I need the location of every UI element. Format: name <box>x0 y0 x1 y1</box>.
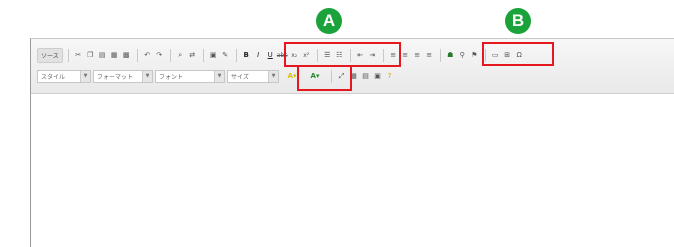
template-icon[interactable]: ▣ <box>372 70 383 83</box>
separator <box>235 48 237 62</box>
align-justify-icon[interactable]: ≡ <box>424 49 435 62</box>
rich-text-editor: ソース ✂ ❐ ▤ ▦ ▩ ↶ ↷ ⌕ ⇄ ▣ ✎ B I U abc x₂ x… <box>30 38 674 247</box>
highlight-box-a-color <box>297 65 352 91</box>
link-icon[interactable]: ☗ <box>445 49 456 62</box>
font-label: フォント <box>159 73 184 81</box>
chevron-down-icon: ▼ <box>142 70 152 82</box>
highlight-box-a-format <box>284 42 401 67</box>
highlight-box-b-align <box>482 42 554 66</box>
about-icon[interactable]: ? <box>384 70 395 83</box>
chevron-down-icon: ▼ <box>268 70 278 82</box>
align-right-icon[interactable]: ≡ <box>412 49 423 62</box>
italic-button[interactable]: I <box>253 49 264 62</box>
paste-text-icon[interactable]: ▦ <box>109 49 120 62</box>
source-button[interactable]: ソース <box>37 47 63 63</box>
chevron-down-icon: ▼ <box>80 70 90 82</box>
undo-icon[interactable]: ↶ <box>142 49 153 62</box>
remove-format-icon[interactable]: ✎ <box>220 49 231 62</box>
source-label: ソース <box>41 52 59 60</box>
paste-word-icon[interactable]: ▩ <box>121 49 132 62</box>
format-label: フォーマット <box>97 73 134 81</box>
editor-toolbar: ソース ✂ ❐ ▤ ▦ ▩ ↶ ↷ ⌕ ⇄ ▣ ✎ B I U abc x₂ x… <box>31 39 674 94</box>
unlink-icon[interactable]: ⚲ <box>457 49 468 62</box>
toolbar-row-1: ソース ✂ ❐ ▤ ▦ ▩ ↶ ↷ ⌕ ⇄ ▣ ✎ B I U abc x₂ x… <box>37 47 526 63</box>
size-label: サイズ <box>231 73 249 81</box>
chevron-down-icon: ▼ <box>214 70 224 82</box>
separator <box>169 48 171 62</box>
separator <box>67 48 69 62</box>
size-dropdown[interactable]: サイズ ▼ <box>227 69 279 83</box>
underline-button[interactable]: U <box>265 49 276 62</box>
align-center-icon[interactable]: ≡ <box>400 49 411 62</box>
style-label: スタイル <box>41 73 66 81</box>
paste-icon[interactable]: ▤ <box>97 49 108 62</box>
format-dropdown[interactable]: フォーマット ▼ <box>93 69 153 83</box>
redo-icon[interactable]: ↷ <box>154 49 165 62</box>
cut-icon[interactable]: ✂ <box>73 49 84 62</box>
preview-icon[interactable]: ▤ <box>360 70 371 83</box>
separator <box>136 48 138 62</box>
badge-b: B <box>505 8 531 34</box>
select-all-icon[interactable]: ▣ <box>208 49 219 62</box>
text-color-glyph: A <box>287 72 293 80</box>
replace-icon[interactable]: ⇄ <box>187 49 198 62</box>
bold-button[interactable]: B <box>241 49 252 62</box>
anchor-icon[interactable]: ⚑ <box>469 49 480 62</box>
copy-icon[interactable]: ❐ <box>85 49 96 62</box>
separator <box>439 48 441 62</box>
find-icon[interactable]: ⌕ <box>175 49 186 62</box>
editor-content-area[interactable] <box>31 94 674 247</box>
font-dropdown[interactable]: フォント ▼ <box>155 69 225 83</box>
style-dropdown[interactable]: スタイル ▼ <box>37 69 91 83</box>
separator <box>202 48 204 62</box>
badge-a: A <box>316 8 342 34</box>
